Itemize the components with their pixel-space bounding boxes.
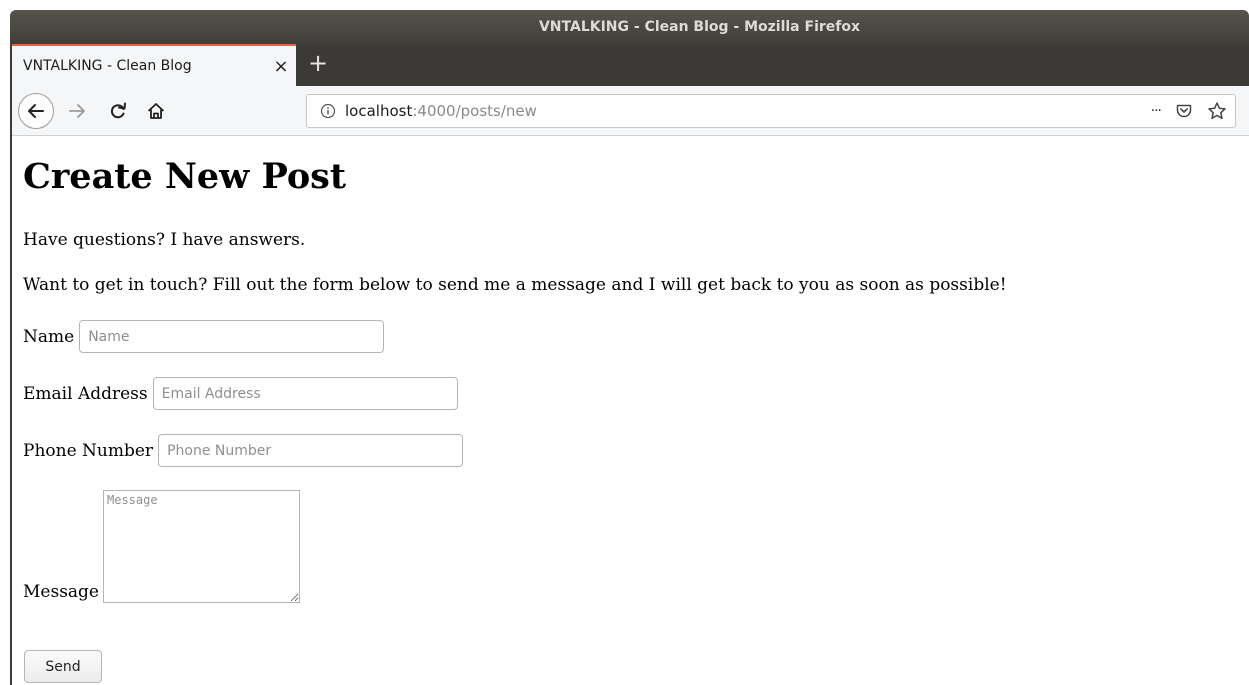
tab-active[interactable]: VNTALKING - Clean Blog ×: [12, 44, 296, 86]
name-label: Name: [23, 326, 75, 347]
message-label: Message: [23, 582, 99, 602]
info-icon: [320, 103, 336, 119]
site-info-button[interactable]: [313, 103, 343, 119]
new-tab-button[interactable]: +: [304, 50, 332, 78]
home-icon: [147, 103, 165, 119]
forward-button[interactable]: [65, 99, 89, 123]
tab-close-icon[interactable]: ×: [266, 56, 296, 77]
phone-label: Phone Number: [23, 440, 154, 461]
back-button[interactable]: [18, 93, 54, 129]
star-icon[interactable]: [1207, 101, 1227, 121]
email-label: Email Address: [23, 383, 148, 404]
message-textarea[interactable]: [103, 490, 300, 603]
url-path: :4000/posts/new: [412, 102, 537, 120]
email-input[interactable]: [152, 377, 458, 410]
name-input[interactable]: [79, 320, 385, 353]
url-host: localhost: [345, 102, 413, 120]
url-bar[interactable]: localhost:4000/posts/new ···: [306, 94, 1236, 128]
name-row: Name: [23, 320, 385, 353]
send-button[interactable]: Send: [24, 650, 102, 683]
forward-arrow-icon: [69, 104, 85, 118]
description-text: Want to get in touch? Fill out the form …: [23, 275, 1007, 295]
message-row: Message: [23, 490, 300, 603]
home-button[interactable]: [144, 99, 168, 123]
navigation-toolbar: localhost:4000/posts/new ···: [10, 86, 1249, 136]
tab-strip: VNTALKING - Clean Blog × +: [10, 44, 1249, 86]
window-title: VNTALKING - Clean Blog - Mozilla Firefox: [538, 19, 861, 35]
desktop-strip: [0, 0, 1249, 10]
intro-text: Have questions? I have answers.: [23, 230, 306, 250]
phone-input[interactable]: [158, 434, 464, 467]
email-row: Email Address: [23, 377, 458, 410]
pocket-icon[interactable]: [1175, 102, 1193, 120]
window-left-border: [10, 44, 12, 685]
page-title: Create New Post: [23, 156, 347, 197]
window-titlebar: VNTALKING - Clean Blog - Mozilla Firefox: [10, 10, 1249, 44]
reload-button[interactable]: [106, 99, 130, 123]
back-arrow-icon: [28, 104, 44, 118]
page-actions-button[interactable]: ···: [1151, 103, 1162, 119]
reload-icon: [111, 102, 126, 119]
phone-row: Phone Number: [23, 434, 464, 467]
tab-title: VNTALKING - Clean Blog: [23, 58, 192, 74]
